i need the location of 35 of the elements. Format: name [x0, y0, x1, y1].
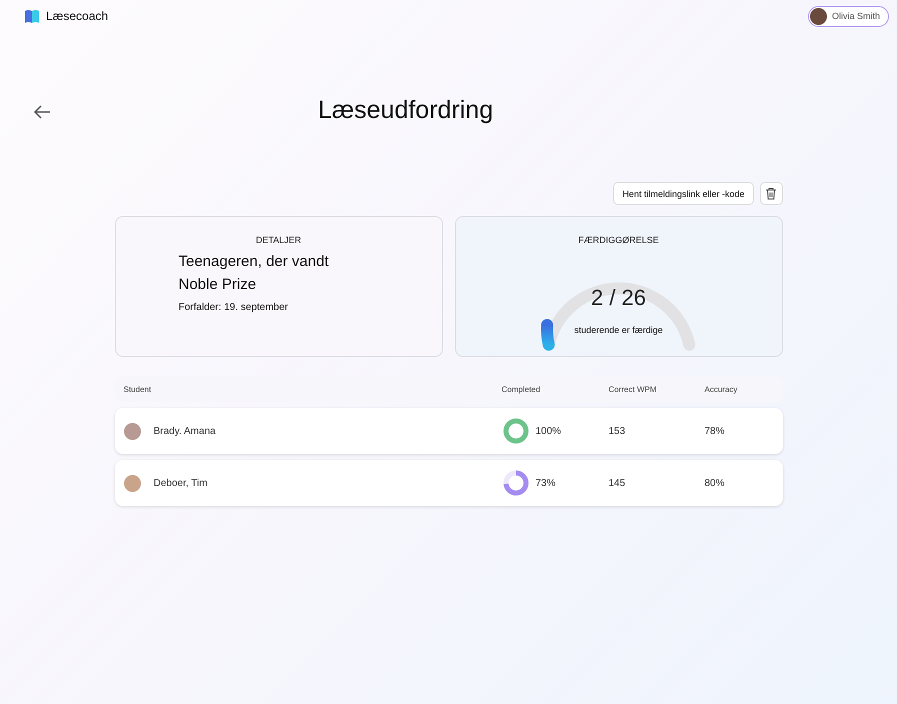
back-arrow-icon — [32, 104, 52, 120]
user-profile-button[interactable]: Olivia Smith — [808, 6, 889, 26]
card-heading: DETALJER — [256, 235, 302, 245]
progress-ring — [502, 469, 530, 497]
completion-caption: studerende er færdige — [574, 325, 663, 335]
column-header: Accuracy — [704, 384, 738, 394]
column-header: Correct WPM — [608, 384, 658, 394]
avatar-icon — [124, 422, 140, 440]
back-button[interactable] — [32, 104, 52, 120]
wpm-value: 153 — [608, 426, 626, 436]
column-header: Completed — [502, 384, 542, 394]
book-logo-icon — [24, 8, 40, 24]
progress-ring — [502, 417, 530, 445]
student-name: Deboer, Tim — [154, 478, 208, 488]
due-date: Forfalder: 19. september — [178, 302, 289, 313]
completed-percent: 100% — [536, 426, 562, 436]
page-title: Læseudfordring — [318, 96, 494, 124]
accuracy-value: 78% — [704, 426, 726, 436]
completion-count: 2 / 26 — [590, 285, 646, 311]
column-header: Student — [124, 384, 152, 394]
book-title: Teenageren, der vandt — [178, 253, 329, 270]
student-row[interactable]: Deboer, Tim 73% 145 80% — [114, 460, 782, 506]
avatar-icon — [810, 8, 827, 24]
completed-percent: 73% — [536, 478, 556, 488]
trash-icon — [765, 187, 777, 200]
student-row[interactable]: Brady. Amana 100% 153 78% — [114, 408, 782, 454]
app-name: Læsecoach — [46, 9, 108, 23]
enrollment-link-button[interactable]: Hent tilmeldingslink eller -kode — [613, 182, 754, 205]
delete-button[interactable] — [760, 182, 782, 205]
card-heading: FÆRDIGGØRELSE — [578, 235, 659, 245]
wpm-value: 145 — [608, 478, 626, 488]
book-title: Noble Prize — [178, 276, 258, 293]
student-name: Brady. Amana — [154, 426, 216, 436]
avatar-icon — [124, 474, 140, 492]
accuracy-value: 80% — [704, 478, 726, 488]
